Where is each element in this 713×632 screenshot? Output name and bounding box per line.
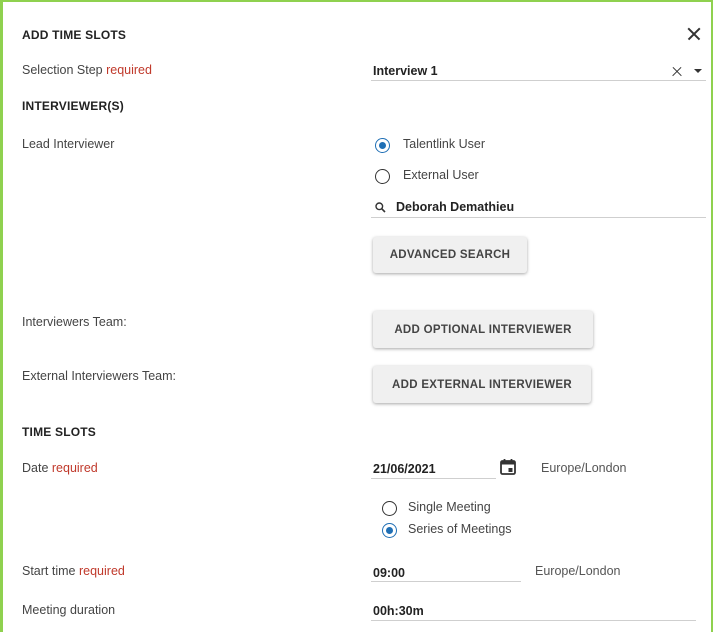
date-input[interactable]: 21/06/2021 [371, 459, 496, 479]
radio-series-of-meetings-label: Series of Meetings [408, 522, 512, 536]
clear-icon[interactable] [671, 66, 683, 78]
external-interviewers-team-label: External Interviewers Team: [22, 369, 176, 383]
radio-talentlink-user[interactable] [375, 138, 390, 153]
search-icon [375, 202, 386, 213]
meeting-duration-label: Meeting duration [22, 603, 116, 617]
meeting-duration-input[interactable]: 00h:30m [371, 601, 696, 621]
time-slots-section-title: TIME SLOTS [22, 425, 96, 439]
date-timezone: Europe/London [541, 461, 627, 475]
date-value: 21/06/2021 [373, 462, 436, 476]
meeting-duration-value: 00h:30m [373, 604, 424, 618]
date-label: Date required [22, 461, 98, 475]
interviewer-search-value: Deborah Demathieu [396, 200, 515, 214]
start-time-label: Start time required [22, 564, 125, 578]
lead-interviewer-label: Lead Interviewer [22, 137, 115, 151]
radio-talentlink-user-label: Talentlink User [403, 137, 485, 151]
start-time-input[interactable]: 09:00 [371, 563, 521, 582]
calendar-icon[interactable] [499, 458, 517, 476]
radio-single-meeting[interactable] [382, 501, 397, 516]
interviewers-team-label: Interviewers Team: [22, 315, 127, 329]
dropdown-caret-icon[interactable] [694, 69, 702, 73]
interviewers-section-title: INTERVIEWER(S) [22, 99, 124, 113]
add-optional-interviewer-button[interactable]: ADD OPTIONAL INTERVIEWER [373, 311, 593, 348]
selection-step-select[interactable]: Interview 1 [371, 62, 706, 81]
start-time-timezone: Europe/London [535, 564, 621, 578]
dialog-title: ADD TIME SLOTS [22, 28, 127, 42]
selection-step-value: Interview 1 [373, 64, 438, 78]
radio-external-user[interactable] [375, 169, 390, 184]
start-time-value: 09:00 [373, 566, 405, 580]
interviewer-search-input[interactable]: Deborah Demathieu [371, 198, 706, 218]
advanced-search-button[interactable]: ADVANCED SEARCH [373, 237, 527, 273]
radio-single-meeting-label: Single Meeting [408, 500, 491, 514]
selection-step-label: Selection Step required [22, 63, 152, 77]
radio-external-user-label: External User [403, 168, 479, 182]
add-external-interviewer-button[interactable]: ADD EXTERNAL INTERVIEWER [373, 366, 591, 403]
radio-series-of-meetings[interactable] [382, 523, 397, 538]
close-icon[interactable] [684, 24, 704, 44]
